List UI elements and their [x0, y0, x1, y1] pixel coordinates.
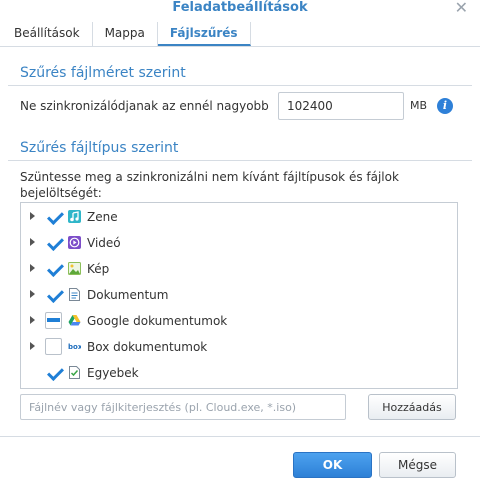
expand-arrow-icon[interactable] [30, 238, 35, 246]
size-section-title: Szűrés fájlméret szerint [20, 65, 186, 81]
max-size-label: Ne szinkronizálódjanak az ennél nagyobb [20, 99, 269, 113]
type-section-title: Szűrés fájltípus szerint [20, 140, 179, 156]
svg-text:box: box [68, 343, 81, 351]
ok-button[interactable]: OK [293, 452, 372, 478]
checkbox-box-docs[interactable] [45, 338, 62, 355]
footer-divider [0, 436, 480, 437]
tree-row-label: Google dokumentumok [87, 314, 228, 328]
close-icon[interactable]: ✕ [455, 0, 468, 16]
box-icon: box [68, 343, 81, 351]
expand-arrow-icon[interactable] [30, 212, 35, 220]
dialog-title: Feladatbeállítások [172, 0, 308, 15]
checkbox-music[interactable] [45, 208, 62, 225]
tab-settings[interactable]: Beállítások [14, 22, 93, 46]
checkbox-other[interactable] [45, 364, 62, 381]
expand-arrow-icon[interactable] [30, 290, 35, 298]
tree-row-image[interactable]: Kép [21, 256, 457, 282]
tree-row-label: Videó [87, 236, 121, 250]
tree-row-google-docs[interactable]: Google dokumentumok [21, 308, 457, 334]
google-drive-icon [68, 315, 81, 326]
checkbox-google-docs[interactable] [45, 312, 62, 329]
tree-row-label: Kép [87, 262, 110, 276]
tree-row-music[interactable]: Zene [21, 204, 457, 230]
checkbox-image[interactable] [45, 260, 62, 277]
tree-row-label: Egyebek [87, 366, 139, 380]
file-type-tree: Zene Videó Kép Dokumentum Google dokumen… [20, 202, 458, 389]
tabs-divider [0, 46, 480, 47]
tree-row-box-docs[interactable]: box Box dokumentumok [21, 334, 457, 360]
image-icon [68, 262, 81, 275]
size-unit: MB [410, 99, 428, 112]
tree-row-other[interactable]: Egyebek [21, 360, 457, 386]
document-icon [69, 288, 80, 301]
tree-row-document[interactable]: Dokumentum [21, 282, 457, 308]
filename-filter-input[interactable] [20, 394, 346, 420]
tree-row-label: Dokumentum [87, 288, 169, 302]
tab-file-filter[interactable]: Fájlszűrés [157, 22, 251, 46]
add-button[interactable]: Hozzáadás [368, 394, 456, 420]
other-files-icon [69, 366, 80, 379]
max-size-input[interactable] [278, 92, 404, 120]
tree-row-label: Zene [87, 210, 118, 224]
type-section-description: Szüntesse meg a szinkronizálni nem kíván… [20, 170, 399, 200]
video-icon [68, 236, 81, 249]
checkbox-document[interactable] [45, 286, 62, 303]
info-icon[interactable]: i [437, 98, 453, 114]
type-section-divider [8, 160, 472, 161]
tab-folder[interactable]: Mappa [93, 22, 158, 46]
dialog-titlebar: Feladatbeállítások ✕ [0, 0, 480, 18]
checkbox-video[interactable] [45, 234, 62, 251]
music-icon [68, 210, 81, 223]
expand-arrow-icon[interactable] [30, 316, 35, 324]
cancel-button[interactable]: Mégse [379, 452, 456, 478]
tree-row-label: Box dokumentumok [87, 340, 208, 354]
expand-arrow-icon[interactable] [30, 342, 35, 350]
expand-arrow-icon[interactable] [30, 264, 35, 272]
tab-bar: Beállítások Mappa Fájlszűrés [14, 22, 251, 46]
size-section-divider [8, 85, 472, 86]
tree-row-video[interactable]: Videó [21, 230, 457, 256]
